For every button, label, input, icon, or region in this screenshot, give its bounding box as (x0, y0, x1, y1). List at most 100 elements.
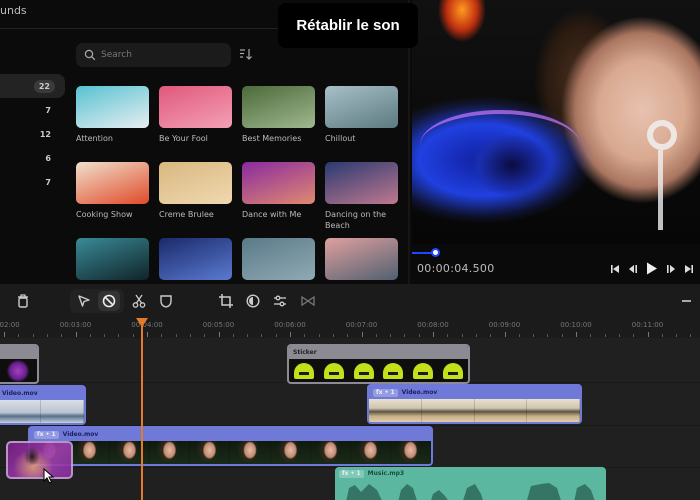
frame-thumb (527, 399, 580, 422)
ruler-tick (32, 334, 34, 337)
template-thumbnail (76, 162, 149, 204)
template-thumbnail (76, 86, 149, 128)
template-tile[interactable]: Be Your Fool (159, 86, 232, 162)
sticker-clip[interactable]: Sticker (287, 344, 470, 384)
skip-to-end-icon[interactable] (684, 264, 694, 274)
play-icon[interactable] (646, 262, 658, 275)
cut-scissors-icon[interactable] (131, 293, 147, 309)
clip-label: fx • 1 Video.mov (369, 386, 580, 399)
ruler-tick (75, 332, 77, 337)
template-tile[interactable]: Chillout (325, 86, 398, 162)
category-count: 12 (39, 129, 51, 139)
fx-badge[interactable]: fx • 1 (34, 430, 59, 439)
ruler-tick-label: 00:05:00 (202, 321, 235, 329)
mute-tooltip: Rétablir le son (278, 3, 418, 48)
ruler-tick (418, 334, 420, 337)
fx-badge[interactable]: fx • 1 (373, 388, 398, 397)
category-list: 22 7 12 6 7 (0, 74, 65, 194)
sort-icon[interactable] (239, 47, 253, 61)
video-preview[interactable] (412, 0, 700, 244)
sticker-clip[interactable] (0, 344, 39, 384)
frame-thumb (270, 441, 311, 464)
template-label: Dancing on the Beach (325, 210, 387, 230)
frame-thumb (474, 399, 528, 422)
ruler-tick-label: 00:06:00 (274, 321, 306, 329)
frame-thumb (369, 399, 422, 422)
skip-to-start-icon[interactable] (610, 264, 620, 274)
video-clip[interactable]: fx • 1 Video.mov (28, 426, 433, 466)
frame-thumb (390, 441, 431, 464)
ruler-tick (576, 332, 577, 337)
timeline-ruler[interactable]: 00:02:00 00:03:00 00:04:00 00:05:00 00:06:00… (0, 318, 700, 338)
ruler-tick (347, 334, 349, 337)
ruler-tick (218, 332, 220, 337)
template-tile[interactable]: Best Memories (242, 86, 315, 162)
template-label: Creme Brulee (159, 210, 214, 219)
search-input[interactable] (101, 50, 221, 60)
select-pointer-icon[interactable] (76, 293, 92, 309)
preview-scrubber[interactable] (412, 248, 700, 257)
mouse-cursor-icon (43, 468, 55, 484)
template-tile[interactable]: Dance with Me (242, 162, 315, 238)
ruler-tick (232, 334, 234, 337)
category-item[interactable]: 7 (0, 98, 65, 122)
adjust-sliders-icon[interactable] (272, 293, 288, 309)
clip-label (0, 346, 37, 359)
ruler-tick (118, 334, 120, 337)
helmet-sticker-thumb (413, 362, 434, 379)
mask-shield-icon[interactable] (158, 293, 174, 309)
library-title: unds (0, 4, 27, 17)
template-thumbnail (76, 238, 149, 280)
frame-thumb (230, 441, 271, 464)
audio-clip[interactable]: fx • 1 Music.mp3 (335, 467, 606, 500)
video-clip[interactable]: fx • 1 Video.mov (367, 384, 582, 424)
category-item[interactable]: 7 (0, 170, 65, 194)
clip-thumbnails (369, 399, 580, 422)
category-item[interactable]: 22 (0, 74, 65, 98)
ruler-tick-label: 00:09:00 (488, 321, 521, 329)
ruler-tick (104, 334, 106, 337)
transition-icon[interactable] (300, 293, 316, 309)
frame-thumb (150, 441, 191, 464)
delete-icon[interactable] (15, 293, 31, 309)
frame-thumb (0, 400, 41, 423)
dragged-media-thumbnail[interactable] (6, 441, 73, 479)
frame-thumb (41, 400, 84, 423)
crop-icon[interactable] (218, 293, 234, 309)
frame-thumb (350, 441, 391, 464)
template-tile[interactable]: Creme Brulee (159, 162, 232, 238)
bubble-wand-ring (647, 120, 677, 150)
color-icon[interactable] (245, 293, 261, 309)
video-clip[interactable]: Video.mov (0, 385, 86, 425)
template-label: Best Memories (242, 134, 302, 143)
helmet-sticker-thumb (293, 362, 314, 379)
ruler-tick (161, 334, 163, 337)
playhead[interactable] (141, 320, 143, 500)
category-item[interactable]: 6 (0, 146, 65, 170)
ruler-tick (247, 334, 249, 337)
ruler-tick (332, 334, 334, 337)
transport-controls (610, 262, 694, 275)
template-thumbnail (325, 238, 398, 280)
template-tile[interactable]: Attention (76, 86, 149, 162)
clip-thumbnails (0, 400, 84, 423)
fx-badge[interactable]: fx • 1 (339, 469, 364, 478)
ruler-tick (461, 334, 463, 337)
search-box[interactable] (76, 43, 231, 67)
clip-name: Sticker (293, 349, 317, 356)
frame-back-icon[interactable] (628, 264, 638, 274)
timeline-tracks: Sticker Video.mov fx • 1 Video.mov fx • … (0, 338, 700, 500)
helmet-sticker-thumb (443, 362, 464, 379)
template-tile[interactable]: Cooking Show (76, 162, 149, 238)
category-item[interactable]: 12 (0, 122, 65, 146)
zoom-out-icon[interactable] (682, 300, 691, 302)
ruler-tick (175, 334, 177, 337)
ruler-tick (433, 332, 434, 337)
sticker-thumb (5, 359, 30, 382)
ruler-tick (604, 334, 606, 337)
disable-icon[interactable] (101, 293, 117, 309)
template-tile[interactable]: Dancing on the Beach (325, 162, 398, 238)
frame-forward-icon[interactable] (666, 264, 676, 274)
search-icon (84, 49, 96, 61)
scrubber-handle[interactable] (431, 248, 441, 257)
